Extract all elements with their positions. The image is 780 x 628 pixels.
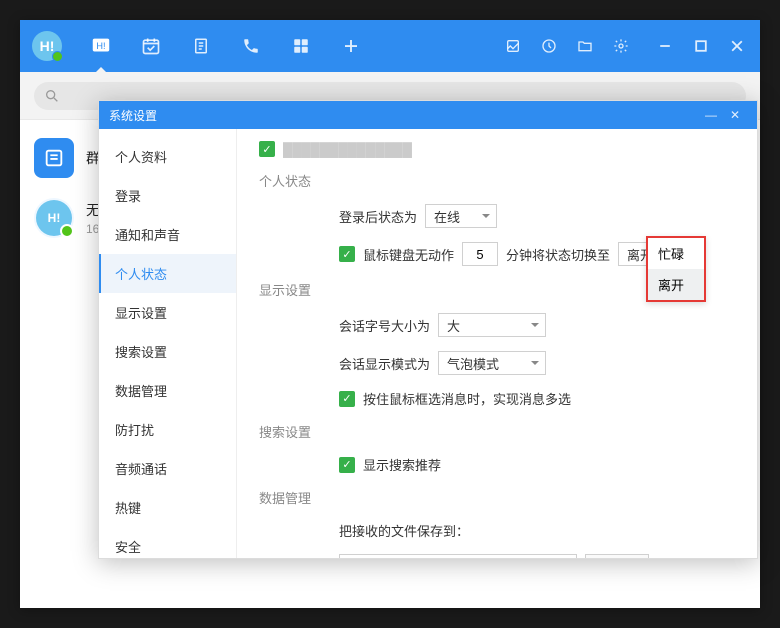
sidebar-item-search[interactable]: 搜索设置 (99, 332, 236, 371)
minimize-icon[interactable] (654, 35, 676, 57)
sidebar-item-status[interactable]: 个人状态 (99, 254, 236, 293)
checkbox-icon[interactable]: ✓ (259, 141, 275, 157)
user-avatar[interactable]: H! (32, 31, 62, 61)
maximize-icon[interactable] (690, 35, 712, 57)
gear-icon[interactable] (610, 35, 632, 57)
calendar-icon[interactable] (140, 35, 162, 57)
modal-minimize-icon[interactable]: — (699, 108, 723, 122)
dropdown-option-away[interactable]: 离开 (648, 269, 704, 300)
sidebar-item-login[interactable]: 登录 (99, 176, 236, 215)
search-icon (44, 88, 60, 104)
user-avatar-icon: H! (34, 198, 74, 238)
dropdown-option-busy[interactable]: 忙碌 (648, 238, 704, 269)
font-size-label: 会话字号大小为 (339, 316, 430, 335)
browse-button[interactable]: 浏览... (585, 554, 649, 558)
topbar: H! H! (20, 20, 760, 72)
group-avatar-icon (34, 138, 74, 178)
apps-icon[interactable] (290, 35, 312, 57)
checkbox-search-rec[interactable]: ✓ (339, 457, 355, 473)
topbar-icons: H! (90, 35, 362, 57)
sidebar-item-profile[interactable]: 个人资料 (99, 137, 236, 176)
save-path-label: 把接收的文件保存到： (339, 521, 469, 540)
sidebar-item-data[interactable]: 数据管理 (99, 371, 236, 410)
sidebar-item-audio[interactable]: 音频通话 (99, 449, 236, 488)
svg-text:H!: H! (96, 41, 105, 51)
sidebar-item-display[interactable]: 显示设置 (99, 293, 236, 332)
login-status-select[interactable]: 在线 (425, 204, 497, 228)
idle-label-mid: 分钟将状态切换至 (506, 245, 610, 264)
topbar-right (502, 35, 748, 57)
chat-icon[interactable]: H! (90, 35, 112, 57)
display-mode-label: 会话显示模式为 (339, 354, 430, 373)
phone-icon[interactable] (240, 35, 262, 57)
search-rec-label: 显示搜索推荐 (363, 455, 441, 474)
plus-icon[interactable] (340, 35, 362, 57)
modal-close-icon[interactable]: ✕ (723, 108, 747, 122)
checkbox-idle[interactable]: ✓ (339, 246, 355, 262)
modal-title: 系统设置 (109, 107, 157, 124)
sidebar-item-dnd[interactable]: 防打扰 (99, 410, 236, 449)
settings-sidebar: 个人资料 登录 通知和声音 个人状态 显示设置 搜索设置 数据管理 防打扰 音频… (99, 129, 237, 558)
screenshot-icon[interactable] (502, 35, 524, 57)
section-title-status: 个人状态 (259, 171, 735, 190)
multiselect-label: 按住鼠标框选消息时，实现消息多选 (363, 389, 571, 408)
modal-titlebar: 系统设置 — ✕ (99, 101, 757, 129)
checkbox-multiselect[interactable]: ✓ (339, 391, 355, 407)
font-size-select[interactable]: 大 (438, 313, 546, 337)
save-path-input[interactable] (339, 554, 577, 558)
doc-icon[interactable] (190, 35, 212, 57)
status-dropdown: 忙碌 离开 (646, 236, 706, 302)
idle-minutes-input[interactable] (462, 242, 498, 266)
window-controls (654, 35, 748, 57)
sidebar-item-hotkeys[interactable]: 热键 (99, 488, 236, 527)
settings-content: ✓ ██████████████ 个人状态 登录后状态为 在线 ✓ 鼠标键盘无动… (237, 129, 757, 558)
sidebar-item-notifications[interactable]: 通知和声音 (99, 215, 236, 254)
display-mode-select[interactable]: 气泡模式 (438, 351, 546, 375)
history-icon[interactable] (538, 35, 560, 57)
sidebar-item-security[interactable]: 安全 (99, 527, 236, 558)
idle-label-pre: 鼠标键盘无动作 (363, 245, 454, 264)
section-title-data: 数据管理 (259, 488, 735, 507)
settings-modal: 系统设置 — ✕ 个人资料 登录 通知和声音 个人状态 显示设置 搜索设置 数据… (98, 100, 758, 559)
folder-icon[interactable] (574, 35, 596, 57)
login-status-label: 登录后状态为 (339, 207, 417, 226)
section-title-search: 搜索设置 (259, 422, 735, 441)
close-icon[interactable] (726, 35, 748, 57)
